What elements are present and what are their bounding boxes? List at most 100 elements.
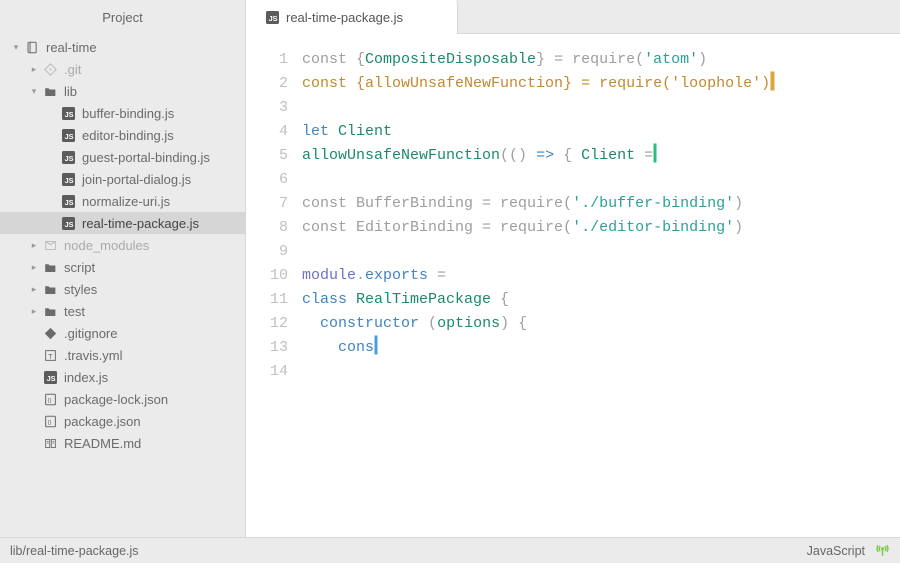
js-icon: JS xyxy=(60,193,76,209)
tree-item--git[interactable]: ▸.git xyxy=(0,58,245,80)
js-icon: JS xyxy=(264,9,280,25)
chevron-down-icon[interactable]: ▾ xyxy=(10,42,22,53)
token: 'atom' xyxy=(644,51,698,68)
code-line[interactable]: class RealTimePackage { xyxy=(302,288,900,312)
cursor-yellow xyxy=(771,72,774,90)
js-icon: JS xyxy=(60,215,76,231)
status-language[interactable]: JavaScript xyxy=(807,544,865,558)
chevron-right-icon[interactable]: ▸ xyxy=(28,240,40,251)
line-number: 2 xyxy=(246,72,288,96)
tree-item-package-json[interactable]: {}package.json xyxy=(0,410,245,432)
code-line[interactable]: module.exports = xyxy=(302,264,900,288)
tree-item-package-lock-json[interactable]: {}package-lock.json xyxy=(0,388,245,410)
folder-icon xyxy=(42,259,58,275)
tree-item-join-portal-dialog-js[interactable]: JSjoin-portal-dialog.js xyxy=(0,168,245,190)
code-line[interactable]: cons xyxy=(302,336,900,360)
svg-text:{}: {} xyxy=(47,397,51,403)
tree-item-label: node_modules xyxy=(64,238,149,253)
chevron-right-icon[interactable]: ▸ xyxy=(28,306,40,317)
chevron-right-icon[interactable]: ▸ xyxy=(28,64,40,75)
token: = xyxy=(428,267,446,284)
tree-item-label: real-time xyxy=(46,40,97,55)
token: { xyxy=(554,147,581,164)
tree-item-styles[interactable]: ▸ styles xyxy=(0,278,245,300)
tree-item-label: README.md xyxy=(64,436,141,451)
code-line[interactable]: const {allowUnsafeNewFunction} = require… xyxy=(302,72,900,96)
repo-icon xyxy=(24,39,40,55)
travis-icon: T xyxy=(42,347,58,363)
tree-item-label: lib xyxy=(64,84,77,99)
npm-icon xyxy=(42,237,58,253)
tree-item--gitignore[interactable]: .gitignore xyxy=(0,322,245,344)
tree-item-label: styles xyxy=(64,282,97,297)
tab-bar[interactable]: JS real-time-package.js xyxy=(246,0,900,34)
tree-item-real-time-package-js[interactable]: JS real-time-package.js xyxy=(0,212,245,234)
token: exports xyxy=(365,267,428,284)
token: const xyxy=(302,75,356,92)
line-number: 6 xyxy=(246,168,288,192)
token: options xyxy=(437,315,500,332)
code-line[interactable]: const {CompositeDisposable} = require('a… xyxy=(302,48,900,72)
js-icon: JS xyxy=(60,105,76,121)
tree-item-editor-binding-js[interactable]: JSeditor-binding.js xyxy=(0,124,245,146)
tree-item-test[interactable]: ▸test xyxy=(0,300,245,322)
chevron-down-icon[interactable]: ▾ xyxy=(28,86,40,97)
token: RealTimePackage xyxy=(356,291,491,308)
tree-item-lib[interactable]: ▾ lib xyxy=(0,80,245,102)
file-tree[interactable]: ▾real-time▸.git▾libJSbuffer-binding.jsJS… xyxy=(0,34,245,537)
token: module xyxy=(302,267,356,284)
tree-item-script[interactable]: ▸script xyxy=(0,256,245,278)
code-line[interactable]: let Client xyxy=(302,120,900,144)
svg-text:JS: JS xyxy=(64,109,73,118)
code-line[interactable] xyxy=(302,360,900,384)
tree-item--travis-yml[interactable]: T.travis.yml xyxy=(0,344,245,366)
readme-icon xyxy=(42,435,58,451)
tree-item-label: real-time-package.js xyxy=(82,216,199,231)
tree-item-index-js[interactable]: JS index.js xyxy=(0,366,245,388)
code-line[interactable]: const BufferBinding = require('./buffer-… xyxy=(302,192,900,216)
code-editor[interactable]: 1234567891011121314 const {CompositeDisp… xyxy=(246,34,900,537)
chevron-right-icon[interactable]: ▸ xyxy=(28,284,40,295)
token xyxy=(302,315,320,332)
tree-item-real-time[interactable]: ▾ real-time xyxy=(0,36,245,58)
editor-area: JS real-time-package.js 1234567891011121… xyxy=(246,0,900,537)
cursor-green xyxy=(654,144,656,162)
gitign-icon xyxy=(42,325,58,341)
token: const xyxy=(302,195,356,212)
js-icon: JS xyxy=(42,369,58,385)
panel-title: Project xyxy=(0,0,245,34)
tab-active[interactable]: JS real-time-package.js xyxy=(246,0,458,34)
tree-item-guest-portal-binding-js[interactable]: JSguest-portal-binding.js xyxy=(0,146,245,168)
code-line[interactable] xyxy=(302,240,900,264)
git-icon xyxy=(42,61,58,77)
line-number: 9 xyxy=(246,240,288,264)
line-number: 8 xyxy=(246,216,288,240)
line-number: 10 xyxy=(246,264,288,288)
token: './editor-binding' xyxy=(572,219,734,236)
code-line[interactable] xyxy=(302,168,900,192)
svg-text:JS: JS xyxy=(46,373,55,382)
code-line[interactable]: allowUnsafeNewFunction(() => { Client = xyxy=(302,144,900,168)
tree-item-node-modules[interactable]: ▸ node_modules xyxy=(0,234,245,256)
teletype-icon[interactable] xyxy=(875,542,890,560)
svg-text:JS: JS xyxy=(64,197,73,206)
tree-item-readme-md[interactable]: README.md xyxy=(0,432,245,454)
token: {allowUnsafeNewFunction} xyxy=(356,75,572,92)
tree-item-label: index.js xyxy=(64,370,108,385)
code-line[interactable]: constructor (options) { xyxy=(302,312,900,336)
line-number: 1 xyxy=(246,48,288,72)
code-line[interactable] xyxy=(302,96,900,120)
tree-item-label: normalize-uri.js xyxy=(82,194,170,209)
token: allowUnsafeNewFunction xyxy=(302,147,500,164)
tree-item-normalize-uri-js[interactable]: JS normalize-uri.js xyxy=(0,190,245,212)
chevron-right-icon[interactable]: ▸ xyxy=(28,262,40,273)
token: ) { xyxy=(500,315,527,332)
token: './buffer-binding' xyxy=(572,195,734,212)
svg-text:JS: JS xyxy=(64,175,73,184)
tree-item-label: buffer-binding.js xyxy=(82,106,174,121)
token: . xyxy=(356,267,365,284)
tree-item-buffer-binding-js[interactable]: JS buffer-binding.js xyxy=(0,102,245,124)
code-line[interactable]: const EditorBinding = require('./editor-… xyxy=(302,216,900,240)
token: } = xyxy=(536,51,572,68)
code-lines[interactable]: const {CompositeDisposable} = require('a… xyxy=(302,48,900,537)
